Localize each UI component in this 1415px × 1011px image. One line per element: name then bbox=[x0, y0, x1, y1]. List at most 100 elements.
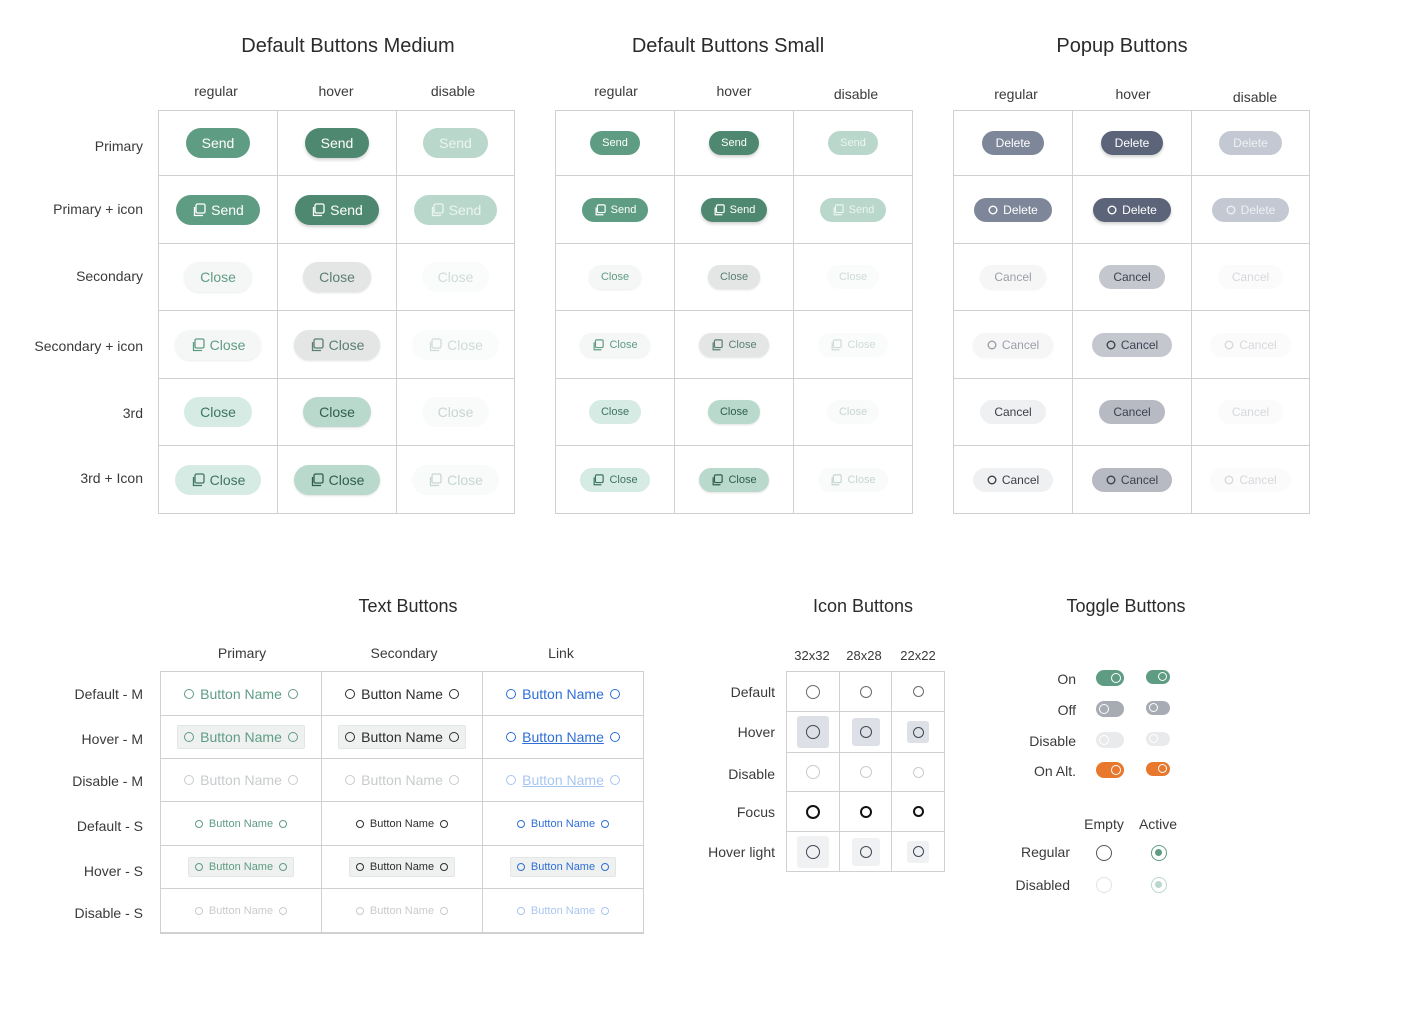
col-head-regular: regular bbox=[994, 86, 1038, 102]
delete-icon-button[interactable]: Delete bbox=[974, 197, 1052, 222]
delete-button[interactable]: Delete bbox=[981, 131, 1045, 155]
toggle-on-alt-small[interactable] bbox=[1146, 762, 1170, 776]
close-icon-button[interactable]: Close bbox=[174, 329, 262, 360]
icon-button-32-hover[interactable] bbox=[797, 716, 829, 748]
icon-button-22-hover[interactable] bbox=[907, 721, 929, 743]
circle-icon bbox=[194, 819, 203, 828]
copy-icon bbox=[831, 473, 843, 485]
delete-icon-button-hover[interactable]: Delete bbox=[1093, 197, 1171, 222]
text-button-primary-hover[interactable]: Button Name bbox=[177, 725, 305, 749]
cell: Close bbox=[794, 446, 913, 514]
close-icon-button-3rd-hover[interactable]: Close bbox=[699, 467, 769, 492]
close-label: Close bbox=[847, 338, 876, 351]
cancel-button-hover[interactable]: Cancel bbox=[1099, 265, 1165, 289]
cancel-label: Cancel bbox=[994, 270, 1032, 284]
text-button-link[interactable]: Button Name bbox=[500, 683, 626, 705]
icon-button-22-hover-light[interactable] bbox=[907, 840, 929, 863]
icon-button-32[interactable] bbox=[797, 676, 829, 708]
toggle-disabled bbox=[1096, 732, 1124, 748]
delete-button-hover[interactable]: Delete bbox=[1100, 131, 1164, 155]
radio-active[interactable] bbox=[1151, 845, 1167, 861]
close-button-3rd-hover[interactable]: Close bbox=[303, 397, 371, 427]
cancel-icon-button-3rd[interactable]: Cancel bbox=[972, 467, 1054, 492]
close-icon-button-hover[interactable]: Close bbox=[293, 329, 381, 360]
cancel-button[interactable]: Cancel bbox=[980, 265, 1046, 289]
cancel-button-3rd-hover[interactable]: Cancel bbox=[1099, 400, 1165, 424]
send-label: Send bbox=[729, 203, 756, 216]
close-icon-button-3rd-hover[interactable]: Close bbox=[293, 464, 381, 495]
text-button-secondary[interactable]: Button Name bbox=[339, 683, 465, 705]
toggle-off[interactable] bbox=[1096, 701, 1124, 717]
cell: Delete bbox=[1192, 111, 1310, 176]
close-icon-button-3rd[interactable]: Close bbox=[174, 464, 262, 495]
send-icon-button-hover[interactable]: Send bbox=[700, 197, 768, 222]
copy-icon bbox=[429, 472, 442, 486]
circle-icon bbox=[184, 732, 195, 742]
icon-button-22-focus[interactable] bbox=[907, 801, 929, 823]
cancel-icon-button-hover[interactable]: Cancel bbox=[1091, 332, 1173, 357]
cancel-icon-button-3rd-disabled: Cancel bbox=[1210, 467, 1291, 492]
close-label: Close bbox=[609, 338, 638, 351]
send-button[interactable]: Send bbox=[590, 131, 640, 155]
cell: Delete bbox=[1192, 176, 1310, 244]
icon-button-28-focus[interactable] bbox=[852, 798, 880, 826]
text-button-secondary-hover[interactable]: Button Name bbox=[338, 725, 466, 749]
send-icon-button[interactable]: Send bbox=[581, 197, 649, 222]
send-button-hover[interactable]: Send bbox=[709, 131, 759, 155]
cell: Close bbox=[397, 379, 515, 446]
close-button-3rd[interactable]: Close bbox=[184, 397, 252, 427]
icon-button-32-hover-light[interactable] bbox=[797, 835, 829, 868]
text-button-link-small[interactable]: Button Name bbox=[511, 815, 615, 833]
cell: Button Name bbox=[322, 846, 483, 889]
cancel-icon-button[interactable]: Cancel bbox=[972, 332, 1054, 357]
text-button-primary[interactable]: Button Name bbox=[178, 683, 304, 705]
toggle-on-alt[interactable] bbox=[1096, 762, 1124, 778]
text-button-secondary-small-hover[interactable]: Button Name bbox=[348, 857, 456, 877]
section-title-popup: Popup Buttons bbox=[1056, 35, 1188, 57]
circle-icon bbox=[440, 906, 449, 915]
cancel-button-3rd[interactable]: Cancel bbox=[980, 400, 1046, 424]
send-icon-button-hover[interactable]: Send bbox=[295, 194, 379, 225]
toggle-on-small[interactable] bbox=[1146, 670, 1170, 684]
copy-icon bbox=[192, 472, 205, 486]
icon-button-28-hover[interactable] bbox=[851, 718, 880, 746]
toggle-on[interactable] bbox=[1096, 670, 1124, 686]
close-button-3rd[interactable]: Close bbox=[588, 400, 642, 424]
cell: Close bbox=[397, 446, 515, 514]
circle-icon bbox=[988, 205, 998, 214]
toggle-knob bbox=[1149, 734, 1158, 743]
text-button-primary-small[interactable]: Button Name bbox=[189, 815, 293, 833]
send-icon-button[interactable]: Send bbox=[176, 194, 260, 225]
close-button[interactable]: Close bbox=[184, 262, 252, 292]
icon-button-32-focus[interactable] bbox=[797, 796, 829, 828]
col-head-regular: regular bbox=[594, 83, 638, 99]
close-button-hover[interactable]: Close bbox=[303, 262, 371, 292]
toggle-off-small[interactable] bbox=[1146, 701, 1170, 715]
close-icon-button-hover[interactable]: Close bbox=[699, 332, 769, 357]
close-button-3rd-hover[interactable]: Close bbox=[707, 400, 761, 424]
close-icon-button[interactable]: Close bbox=[580, 332, 650, 357]
icon-button-22[interactable] bbox=[907, 681, 929, 703]
send-label: Send bbox=[439, 135, 472, 151]
cancel-icon-button-3rd-hover[interactable]: Cancel bbox=[1091, 467, 1173, 492]
col-head-disable: disable bbox=[430, 83, 476, 99]
text-button-primary-small-hover[interactable]: Button Name bbox=[187, 857, 295, 877]
delete-icon-button-disabled: Delete bbox=[1211, 197, 1290, 222]
close-label: Close bbox=[209, 471, 246, 488]
text-button-link-small-hover[interactable]: Button Name bbox=[509, 857, 617, 877]
send-button[interactable]: Send bbox=[185, 128, 251, 158]
circle-icon bbox=[609, 688, 620, 699]
cancel-label: Cancel bbox=[1239, 337, 1277, 352]
cell: Send bbox=[556, 111, 675, 176]
close-button-hover[interactable]: Close bbox=[707, 265, 761, 289]
text-button-secondary-small[interactable]: Button Name bbox=[350, 815, 454, 833]
button-label: Button Name bbox=[522, 772, 604, 788]
icon-button-28-hover-light[interactable] bbox=[851, 837, 880, 866]
close-button[interactable]: Close bbox=[588, 265, 642, 289]
send-button-hover[interactable]: Send bbox=[304, 128, 370, 158]
radio-empty[interactable] bbox=[1096, 845, 1112, 861]
text-button-link-hover[interactable]: Button Name bbox=[500, 726, 626, 748]
close-icon-button-3rd[interactable]: Close bbox=[580, 467, 650, 492]
circle-icon bbox=[859, 766, 872, 778]
icon-button-28[interactable] bbox=[852, 678, 880, 706]
